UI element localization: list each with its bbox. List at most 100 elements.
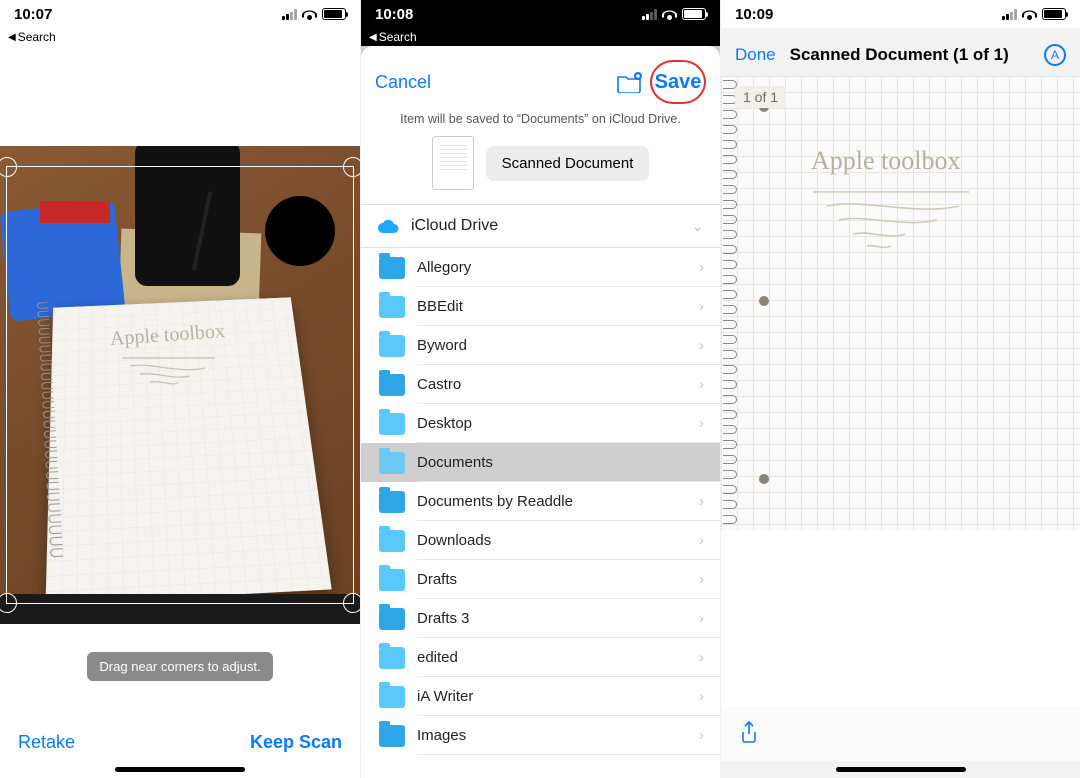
save-button-highlight: Save (650, 60, 706, 104)
home-indicator[interactable] (836, 767, 966, 772)
folder-name: Desktop (417, 415, 685, 432)
battery-icon (682, 8, 706, 20)
wifi-icon (662, 8, 677, 20)
chevron-right-icon: › (699, 649, 704, 666)
signal-icon (282, 9, 297, 20)
folder-list: Allegory›BBEdit›Byword›Castro›Desktop›Do… (361, 248, 720, 755)
drive-label: iCloud Drive (411, 217, 679, 235)
cancel-button[interactable]: Cancel (375, 72, 431, 93)
folder-row[interactable]: Images› (361, 716, 720, 755)
folder-row[interactable]: Byword › (361, 326, 720, 365)
chevron-right-icon: › (699, 532, 704, 549)
folder-row[interactable]: iA Writer › (361, 677, 720, 716)
chevron-right-icon: › (699, 727, 704, 744)
folder-icon (379, 452, 405, 474)
folder-icon (379, 608, 405, 630)
chevron-right-icon: › (699, 610, 704, 627)
folder-name: Documents (417, 454, 685, 471)
folder-icon (379, 491, 405, 513)
document-thumbnail (432, 136, 474, 190)
chevron-down-icon: ⌄ (691, 217, 704, 235)
share-icon[interactable] (739, 720, 759, 749)
folder-name: Documents by Readdle (417, 493, 685, 510)
done-button[interactable]: Done (735, 45, 776, 65)
document-title: Scanned Document (1 of 1) (790, 45, 1030, 65)
back-label: Search (379, 30, 417, 44)
back-to-search[interactable]: ◀ Search (361, 28, 720, 46)
wifi-icon (1022, 8, 1037, 20)
folder-icon (379, 647, 405, 669)
back-label: Search (18, 30, 56, 44)
folder-name: iA Writer (417, 688, 685, 705)
save-location-text: Item will be saved to “Documents” on iCl… (361, 110, 720, 136)
status-bar: 10:08 (361, 0, 720, 28)
chevron-right-icon: › (699, 571, 704, 588)
icloud-drive-row[interactable]: iCloud Drive ⌄ (361, 205, 720, 247)
folder-icon (379, 725, 405, 747)
chevron-right-icon: › (699, 493, 704, 510)
scan-preview[interactable]: Apple toolbox (0, 146, 360, 624)
document-view[interactable]: 1 of 1 Apple toolbox (721, 76, 1080, 761)
back-caret-icon: ◀ (369, 32, 377, 43)
cloud-icon (377, 219, 399, 234)
folder-row[interactable]: Drafts 3 › (361, 599, 720, 638)
battery-icon (322, 8, 346, 20)
folder-row[interactable]: Documents › (361, 443, 720, 482)
status-bar: 10:07 (0, 0, 360, 28)
crop-rect[interactable] (6, 166, 354, 604)
signal-icon (1002, 9, 1017, 20)
folder-name: Byword (417, 337, 685, 354)
handwriting-text: Apple toolbox (811, 146, 961, 176)
folder-name: Castro (417, 376, 685, 393)
folder-icon (379, 374, 405, 396)
wifi-icon (302, 8, 317, 20)
folder-row[interactable]: Downloads› (361, 521, 720, 560)
folder-row[interactable]: Documents by Readdle › (361, 482, 720, 521)
chevron-right-icon: › (699, 337, 704, 354)
status-time: 10:07 (14, 6, 52, 23)
folder-row[interactable]: Drafts › (361, 560, 720, 599)
chevron-right-icon: › (699, 415, 704, 432)
folder-name: Allegory (417, 259, 685, 276)
status-time: 10:08 (375, 6, 413, 23)
chevron-right-icon: › (699, 688, 704, 705)
signal-icon (642, 9, 657, 20)
status-time: 10:09 (735, 6, 773, 23)
battery-icon (1042, 8, 1066, 20)
folder-row[interactable]: Desktop › (361, 404, 720, 443)
chevron-right-icon: › (699, 298, 704, 315)
crop-handle-br[interactable] (343, 593, 360, 613)
folder-row[interactable]: Allegory › (361, 248, 720, 287)
folder-name: Drafts 3 (417, 610, 685, 627)
chevron-right-icon: › (699, 259, 704, 276)
spiral-binding (721, 80, 743, 525)
folder-name: Drafts (417, 571, 685, 588)
markup-icon[interactable]: A (1044, 44, 1066, 66)
back-to-search[interactable]: ◀ Search (0, 28, 360, 46)
folder-row[interactable]: BBEdit › (361, 287, 720, 326)
chevron-right-icon: › (699, 454, 704, 471)
scribble-icon (809, 184, 979, 264)
folder-row[interactable]: Castro › (361, 365, 720, 404)
retake-button[interactable]: Retake (18, 732, 75, 753)
back-caret-icon: ◀ (8, 32, 16, 43)
folder-icon (379, 569, 405, 591)
folder-name: edited (417, 649, 685, 666)
home-indicator[interactable] (115, 767, 245, 772)
page-indicator: 1 of 1 (735, 86, 786, 108)
status-bar: 10:09 (721, 0, 1080, 28)
folder-icon (379, 530, 405, 552)
document-header: Done Scanned Document (1 of 1) A (721, 28, 1080, 76)
folder-row[interactable]: edited › (361, 638, 720, 677)
save-button[interactable]: Save (655, 71, 702, 94)
folder-name: BBEdit (417, 298, 685, 315)
keep-scan-button[interactable]: Keep Scan (250, 732, 342, 753)
document-name-field[interactable]: Scanned Document (486, 146, 650, 181)
crop-handle-tr[interactable] (343, 157, 360, 177)
folder-icon (379, 335, 405, 357)
folder-icon (379, 413, 405, 435)
chevron-right-icon: › (699, 376, 704, 393)
folder-icon (379, 296, 405, 318)
crop-handle-tl[interactable] (0, 157, 17, 177)
new-folder-icon[interactable] (616, 71, 642, 93)
